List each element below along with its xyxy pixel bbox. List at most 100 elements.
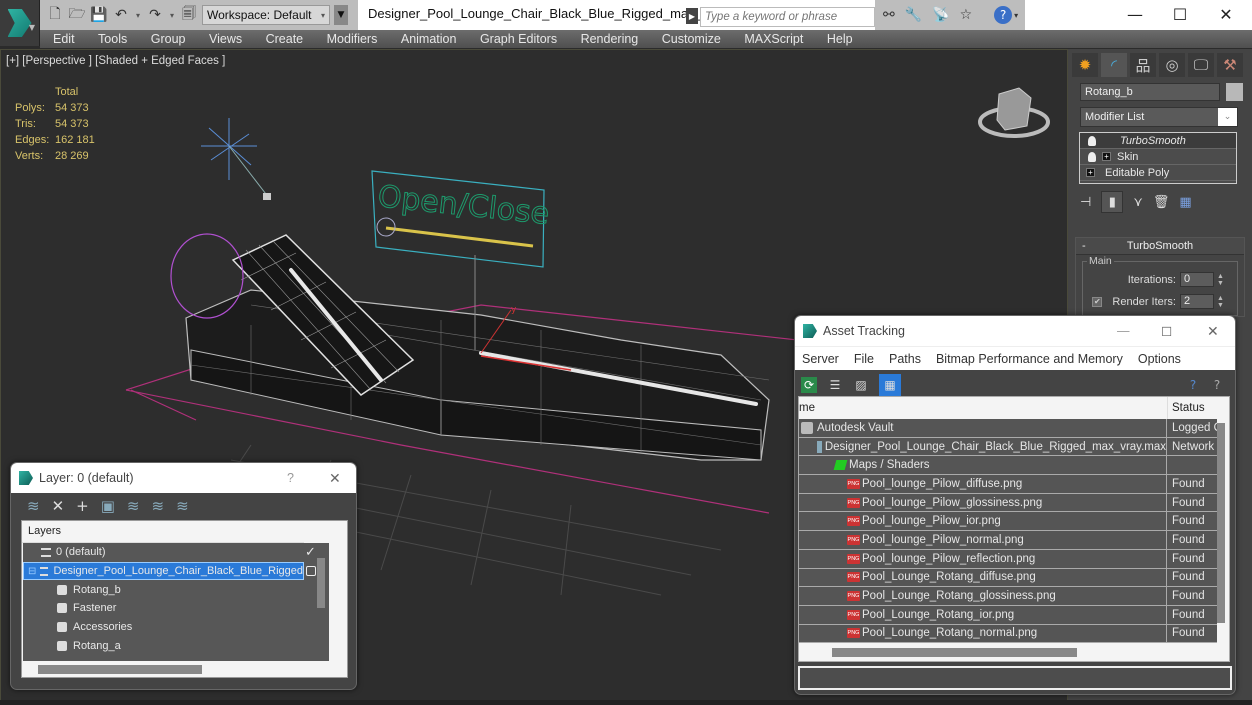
object-row[interactable]: Fastener	[23, 599, 329, 618]
hierarchy-tab[interactable]: 品	[1130, 53, 1156, 77]
close-button[interactable]: ✕	[329, 470, 341, 487]
asset-row[interactable]: PNG Pool_Lounge_Rotang_ior.png Found	[799, 605, 1217, 625]
vertical-scrollbar[interactable]	[317, 558, 325, 608]
create-tab[interactable]: ✹	[1072, 53, 1098, 77]
stack-item-turbosmooth[interactable]: TurboSmooth	[1080, 133, 1236, 149]
thumbnail-view-icon[interactable]: ▨	[853, 377, 869, 393]
table-view-icon[interactable]: ▦	[879, 374, 901, 396]
asset-row[interactable]: PNG Pool_lounge_Pilow_normal.png Found	[799, 531, 1217, 550]
column-header-name[interactable]: me	[799, 402, 1167, 414]
refresh-icon[interactable]: ⟳	[801, 377, 817, 393]
menu-maxscript[interactable]: MAXScript	[744, 32, 803, 46]
render-iters-checkbox[interactable]: ✔	[1092, 296, 1103, 307]
menu-paths[interactable]: Paths	[889, 352, 921, 366]
spinner-arrows-icon[interactable]: ▲ ▼	[1217, 273, 1227, 287]
show-end-result-icon[interactable]: ▮	[1101, 191, 1124, 213]
highlight-layer-icon[interactable]: ≋	[152, 497, 165, 515]
lightbulb-icon[interactable]	[1088, 151, 1096, 162]
modifier-list-dropdown[interactable]: Modifier List	[1080, 107, 1238, 127]
object-name-field[interactable]: Rotang_b	[1080, 83, 1220, 101]
menu-edit[interactable]: Edit	[53, 32, 75, 46]
close-button[interactable]: ✕	[1207, 323, 1219, 340]
remove-modifier-icon[interactable]: 🗑	[1153, 195, 1170, 210]
search-input[interactable]	[700, 7, 875, 27]
help-icon[interactable]: ?	[994, 6, 1013, 24]
menu-tools[interactable]: Tools	[98, 32, 127, 46]
menu-options[interactable]: Options	[1138, 352, 1181, 366]
satellite-icon[interactable]: 📡	[932, 7, 949, 23]
maximize-button[interactable]: ☐	[1161, 324, 1172, 339]
asset-row[interactable]: PNG Pool_Lounge_Rotang_diffuse.png Found	[799, 568, 1217, 588]
layers-column-header[interactable]: Layers	[22, 521, 304, 543]
object-color-swatch[interactable]	[1226, 83, 1243, 101]
stack-item-skin[interactable]: + Skin	[1080, 149, 1236, 165]
menu-rendering[interactable]: Rendering	[581, 32, 639, 46]
set-current-checkbox[interactable]	[306, 566, 316, 577]
open-folder-icon[interactable]: 🗁	[68, 6, 86, 24]
object-row[interactable]: Rotang_a	[23, 636, 329, 655]
current-layer-check-icon[interactable]: ✓	[305, 544, 316, 560]
select-objects-icon[interactable]: ▣	[101, 497, 115, 515]
viewport-label[interactable]: [+] [Perspective ] [Shaded + Edged Faces…	[6, 55, 225, 67]
render-iters-input[interactable]: 2	[1180, 294, 1214, 309]
menu-create[interactable]: Create	[266, 32, 304, 46]
asset-row[interactable]: PNG Pool_lounge_Pilow_diffuse.png Found	[799, 475, 1217, 494]
motion-tab[interactable]: ◎	[1159, 53, 1185, 77]
spinner-arrows-icon[interactable]: ▲ ▼	[1217, 295, 1227, 309]
make-unique-icon[interactable]: ⋎	[1133, 195, 1143, 210]
layer-row[interactable]: ⊟ Designer_Pool_Lounge_Chair_Black_Blue_…	[23, 561, 316, 581]
pin-stack-icon[interactable]: ⊣	[1080, 195, 1091, 210]
redo-icon[interactable]: ↷	[146, 6, 164, 24]
point-helper[interactable]	[201, 118, 270, 199]
asset-row[interactable]: PNG Pool_lounge_Pilow_reflection.png Found	[799, 549, 1217, 569]
viewcube[interactable]	[978, 87, 1050, 138]
modify-tab[interactable]: ◜	[1101, 53, 1127, 77]
menu-server[interactable]: Server	[802, 352, 839, 366]
key-icon[interactable]: 🔧	[905, 7, 922, 23]
asset-row[interactable]: Maps / Shaders	[799, 456, 1217, 476]
chevron-down-icon[interactable]: ▾	[1014, 11, 1018, 20]
menu-bitmap-performance[interactable]: Bitmap Performance and Memory	[936, 352, 1123, 366]
object-row[interactable]: Accessories	[23, 618, 329, 637]
binoculars-icon[interactable]: ⚯	[883, 7, 895, 23]
stack-item-editable-poly[interactable]: + Editable Poly	[1080, 165, 1236, 181]
rollout-header[interactable]: - TurboSmooth	[1076, 238, 1244, 255]
star-icon[interactable]: ☆	[960, 7, 973, 23]
menu-customize[interactable]: Customize	[662, 32, 721, 46]
new-file-icon[interactable]: 🗋	[46, 6, 64, 24]
menu-modifiers[interactable]: Modifiers	[327, 32, 378, 46]
menu-graph-editors[interactable]: Graph Editors	[480, 32, 557, 46]
horizontal-scrollbar[interactable]	[38, 665, 202, 674]
path-status-field[interactable]	[798, 666, 1232, 690]
project-folder-icon[interactable]: 🗐	[180, 6, 198, 24]
object-row[interactable]: Rotang_b	[23, 580, 329, 599]
asset-row[interactable]: Autodesk Vault Logged O	[799, 419, 1217, 438]
lightbulb-icon[interactable]	[1088, 135, 1096, 146]
chevron-down-icon[interactable]: ⌄	[1218, 108, 1237, 126]
column-header-status[interactable]: Status	[1167, 397, 1205, 419]
add-to-layer-icon[interactable]: +	[76, 497, 89, 515]
redo-dropdown-icon[interactable]: ▾	[168, 6, 176, 24]
workspace-select[interactable]: Workspace: Default ▾	[202, 5, 330, 25]
minimize-button[interactable]: —	[1117, 324, 1130, 338]
asset-row[interactable]: PNG Pool_lounge_Pilow_glossiness.png Found	[799, 493, 1217, 513]
maximize-button[interactable]: ☐	[1165, 4, 1195, 24]
expand-icon[interactable]: +	[1086, 168, 1095, 177]
asset-row[interactable]: PNG Pool_Lounge_Rotang_glossiness.png Foun…	[799, 587, 1217, 606]
close-button[interactable]: ✕	[1211, 4, 1241, 24]
menu-animation[interactable]: Animation	[401, 32, 457, 46]
utilities-tab[interactable]: ⚒	[1217, 53, 1243, 77]
asset-row[interactable]: PNG Pool_Lounge_Rotang_normal.png Found	[799, 624, 1217, 644]
customize-qat-button[interactable]: ▼	[334, 5, 348, 25]
select-layer-icon[interactable]: ≋	[127, 497, 140, 515]
layer-settings-icon[interactable]: ≋	[176, 497, 189, 515]
menu-help[interactable]: Help	[827, 32, 853, 46]
menu-group[interactable]: Group	[151, 32, 186, 46]
layer-row[interactable]: 0 (default) ✓	[23, 543, 329, 562]
context-help-icon[interactable]: ?	[1209, 377, 1225, 393]
dialog-title-bar[interactable]: Asset Tracking — ☐ ✕	[795, 316, 1235, 346]
list-view-icon[interactable]: ☰	[827, 377, 843, 393]
undo-icon[interactable]: ↶	[112, 6, 130, 24]
menu-views[interactable]: Views	[209, 32, 242, 46]
app-menu-button[interactable]: ▼	[0, 0, 40, 46]
